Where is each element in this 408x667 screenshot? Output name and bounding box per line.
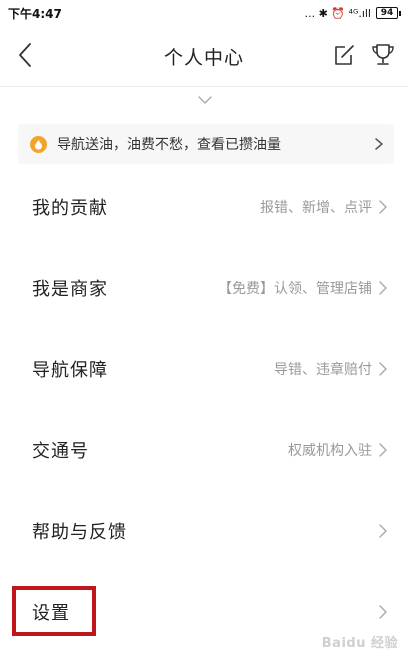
chevron-right-icon <box>379 604 387 619</box>
chevron-right-icon <box>379 280 387 295</box>
menu-item-label: 交通号 <box>32 440 89 462</box>
page-title: 个人中心 <box>163 46 244 69</box>
status-icons: ... ✱ ⏰ ⁴ᴳ.ıll <box>304 6 371 20</box>
watermark-text: Baidu 经验 <box>321 636 398 651</box>
menu-item-help-feedback[interactable]: 帮助与反馈 <box>0 490 408 571</box>
oil-drop-icon <box>30 135 47 153</box>
baidu-watermark: Baidu 经验 <box>322 632 398 651</box>
chevron-right-icon <box>379 523 387 538</box>
chevron-left-icon[interactable] <box>14 40 38 70</box>
menu-item-merchant[interactable]: 我是商家 【免费】认领、管理店铺 <box>0 247 408 328</box>
menu-item-traffic-account[interactable]: 交通号 权威机构入驻 <box>0 409 408 490</box>
menu-item-nav-guarantee[interactable]: 导航保障 导错、违章赔付 <box>0 328 408 409</box>
chevron-right-icon <box>375 138 383 150</box>
chevron-down-icon[interactable] <box>196 94 214 106</box>
edit-icon[interactable] <box>332 42 356 68</box>
menu-item-desc: 【免费】认领、管理店铺 <box>218 280 372 297</box>
chevron-right-icon <box>379 199 387 214</box>
menu-item-desc: 权威机构入驻 <box>288 442 372 459</box>
status-time: 下午4:47 <box>8 6 62 21</box>
settings-highlight-box <box>12 586 96 636</box>
header-bar: 个人中心 <box>0 26 408 86</box>
menu-item-desc: 报错、新增、点评 <box>260 199 372 216</box>
battery-icon: 94 <box>376 7 401 19</box>
menu-item-desc: 导错、违章赔付 <box>274 361 372 378</box>
menu-item-label: 我是商家 <box>32 278 108 300</box>
oil-banner[interactable]: 导航送油，油费不愁，查看已攒油量 <box>18 124 394 164</box>
menu-item-label: 帮助与反馈 <box>32 521 127 543</box>
menu-item-label: 导航保障 <box>32 359 108 381</box>
header-divider <box>0 86 408 87</box>
trophy-icon[interactable] <box>370 41 396 69</box>
status-bar: 下午4:47 ... ✱ ⏰ ⁴ᴳ.ıll 94 <box>0 0 408 26</box>
menu-item-label: 我的贡献 <box>32 197 108 219</box>
banner-text: 导航送油，油费不愁，查看已攒油量 <box>57 137 281 153</box>
menu-item-contribution[interactable]: 我的贡献 报错、新增、点评 <box>0 166 408 247</box>
chevron-right-icon <box>379 361 387 376</box>
status-indicators: ... ✱ ⏰ ⁴ᴳ.ıll 94 <box>304 6 401 20</box>
chevron-right-icon <box>379 442 387 457</box>
